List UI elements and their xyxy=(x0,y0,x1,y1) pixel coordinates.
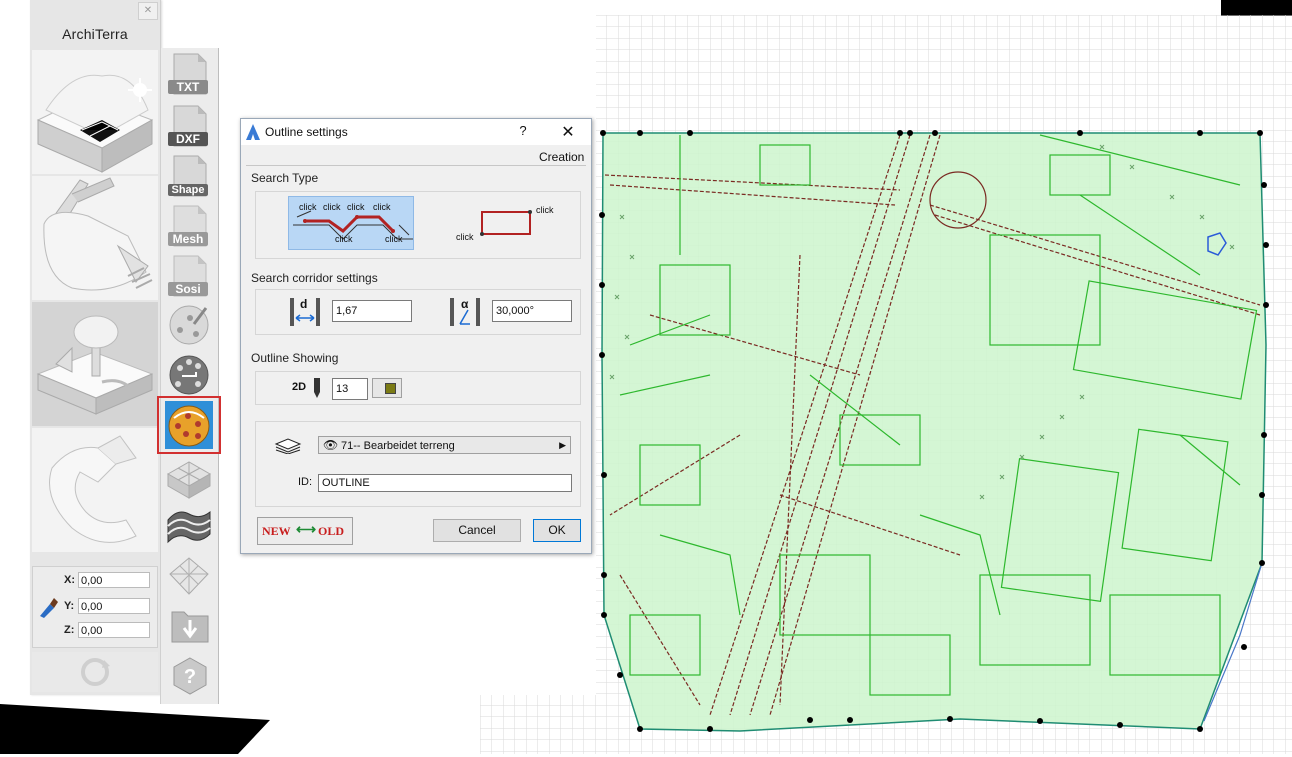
layer-select[interactable]: 👁 71-- Bearbeidet terreng ▶ xyxy=(318,436,571,454)
file-type-label: Shape xyxy=(168,184,208,196)
angle-symbol: α xyxy=(461,297,469,311)
import-sosi-button[interactable]: Sosi xyxy=(166,254,210,298)
click-label: click xyxy=(385,234,403,244)
site-plan-map[interactable] xyxy=(480,15,1292,754)
swap-arrows-icon: ⟷ xyxy=(296,521,317,537)
export-button[interactable] xyxy=(170,606,210,647)
mode-label: 2D xyxy=(292,381,307,393)
y-coordinate-field[interactable]: 0,00 xyxy=(78,598,150,614)
outline-showing-group: 2D 13 xyxy=(255,371,581,405)
contour-points-icon xyxy=(169,355,209,395)
mesh-surface-icon xyxy=(166,461,212,499)
click-label: click xyxy=(335,234,353,244)
search-type-rectangle-option[interactable]: click click xyxy=(452,200,562,250)
import-dxf-button[interactable]: DXF xyxy=(166,104,210,148)
coord-label: Z: xyxy=(64,624,75,636)
dialog-help-button[interactable]: ? xyxy=(513,123,533,141)
dialog-title: Outline settings xyxy=(265,125,348,139)
excavator-tool[interactable] xyxy=(32,176,158,300)
id-field[interactable]: OUTLINE xyxy=(318,474,572,492)
old-label: OLD xyxy=(318,524,345,538)
id-label: ID: xyxy=(298,476,313,488)
file-type-label: Sosi xyxy=(168,282,208,296)
new-old-toggle[interactable]: NEW ⟷ OLD xyxy=(257,517,353,545)
refresh-icon xyxy=(81,658,110,686)
refresh-button[interactable] xyxy=(32,652,158,692)
file-type-label: DXF xyxy=(168,132,208,146)
click-label: click xyxy=(323,202,341,212)
terrain-mesh-icon xyxy=(36,74,154,173)
black-shape xyxy=(0,700,275,754)
corridor-heading: Search corridor settings xyxy=(251,271,378,285)
click-label: click xyxy=(347,202,365,212)
coord-label: X: xyxy=(64,574,75,586)
layer-select-value: 71-- Bearbeidet terreng xyxy=(341,440,455,452)
layers-icon xyxy=(274,438,302,457)
wrench-icon xyxy=(49,435,137,543)
layer-id-group: 👁 71-- Bearbeidet terreng ▶ ID: OUTLINE xyxy=(255,421,581,507)
tab-creation[interactable]: Creation xyxy=(539,150,584,164)
terrain-layers-button[interactable] xyxy=(166,504,212,551)
help-button[interactable]: ? xyxy=(170,656,210,699)
mesh-surface-button[interactable] xyxy=(166,456,212,503)
cancel-button[interactable]: Cancel xyxy=(433,519,521,542)
click-label: click xyxy=(373,202,391,212)
chevron-right-icon: ▶ xyxy=(559,440,566,450)
pen-color-swatch xyxy=(385,383,396,394)
survey-points-icon xyxy=(169,305,209,345)
z-coordinate-field[interactable]: 0,00 xyxy=(78,622,150,638)
help-icon: ? xyxy=(173,657,207,695)
import-shape-button[interactable]: Shape xyxy=(166,154,210,198)
x-coordinate-field[interactable]: 0,00 xyxy=(78,572,150,588)
pen-2d-icon: 2D xyxy=(292,378,324,400)
pen-color-picker[interactable] xyxy=(372,378,402,398)
settings-wrench-tool[interactable] xyxy=(32,428,158,552)
import-txt-button[interactable]: TXT xyxy=(166,52,210,96)
dialog-close-button[interactable]: ✕ xyxy=(555,122,581,142)
survey-points-button[interactable] xyxy=(168,304,210,349)
outline-showing-heading: Outline Showing xyxy=(251,351,339,365)
outline-settings-dialog: Outline settings ? ✕ Creation Search Typ… xyxy=(240,118,592,554)
site-landscape-tool[interactable] xyxy=(32,302,158,426)
panel-close-button[interactable]: ✕ xyxy=(138,2,158,20)
black-bar xyxy=(1221,0,1292,16)
brand-label: ArchiTerra xyxy=(62,26,128,42)
ok-button[interactable]: OK xyxy=(533,519,581,542)
file-type-label: TXT xyxy=(168,80,208,94)
header-divider xyxy=(246,165,586,166)
distance-symbol: d xyxy=(300,297,308,311)
terrain-layers-icon xyxy=(167,510,211,544)
import-mesh-button[interactable]: Mesh xyxy=(166,204,210,248)
click-label: click xyxy=(299,202,317,212)
app-logo-icon xyxy=(246,124,260,143)
corridor-distance-icon: d xyxy=(288,296,322,328)
corridor-angle-icon: α xyxy=(448,296,482,328)
corridor-angle-field[interactable]: 30,000° xyxy=(492,300,572,322)
search-type-polyline-option[interactable]: click click click click click click xyxy=(288,196,414,250)
mesh-wireframe-icon xyxy=(169,557,209,595)
click-label: click xyxy=(536,205,554,215)
dialog-titlebar[interactable]: Outline settings ? ✕ xyxy=(241,119,591,145)
svg-text:?: ? xyxy=(184,666,196,688)
eyedropper-icon[interactable] xyxy=(36,592,58,621)
new-label: NEW xyxy=(262,524,291,538)
search-type-heading: Search Type xyxy=(251,171,319,185)
corridor-distance-field[interactable]: 1,67 xyxy=(332,300,412,322)
search-type-group: click click click click click click clic… xyxy=(255,191,581,259)
terrain-mesh-tool[interactable] xyxy=(32,50,158,174)
mesh-wireframe-button[interactable] xyxy=(166,554,212,601)
eye-icon: 👁 xyxy=(323,438,339,452)
file-type-label: Mesh xyxy=(168,232,208,246)
contour-lines-button[interactable] xyxy=(168,354,210,399)
pen-number-field[interactable]: 13 xyxy=(332,378,368,400)
download-folder-icon xyxy=(171,611,209,643)
excavator-bucket-icon xyxy=(43,177,153,291)
click-label: click xyxy=(456,232,474,242)
close-icon: ✕ xyxy=(143,5,153,16)
coord-label: Y: xyxy=(64,600,75,612)
corridor-group: d 1,67 α 30,000° xyxy=(255,289,581,335)
selected-tool-highlight xyxy=(157,396,221,454)
landscape-tree-icon xyxy=(36,315,154,415)
